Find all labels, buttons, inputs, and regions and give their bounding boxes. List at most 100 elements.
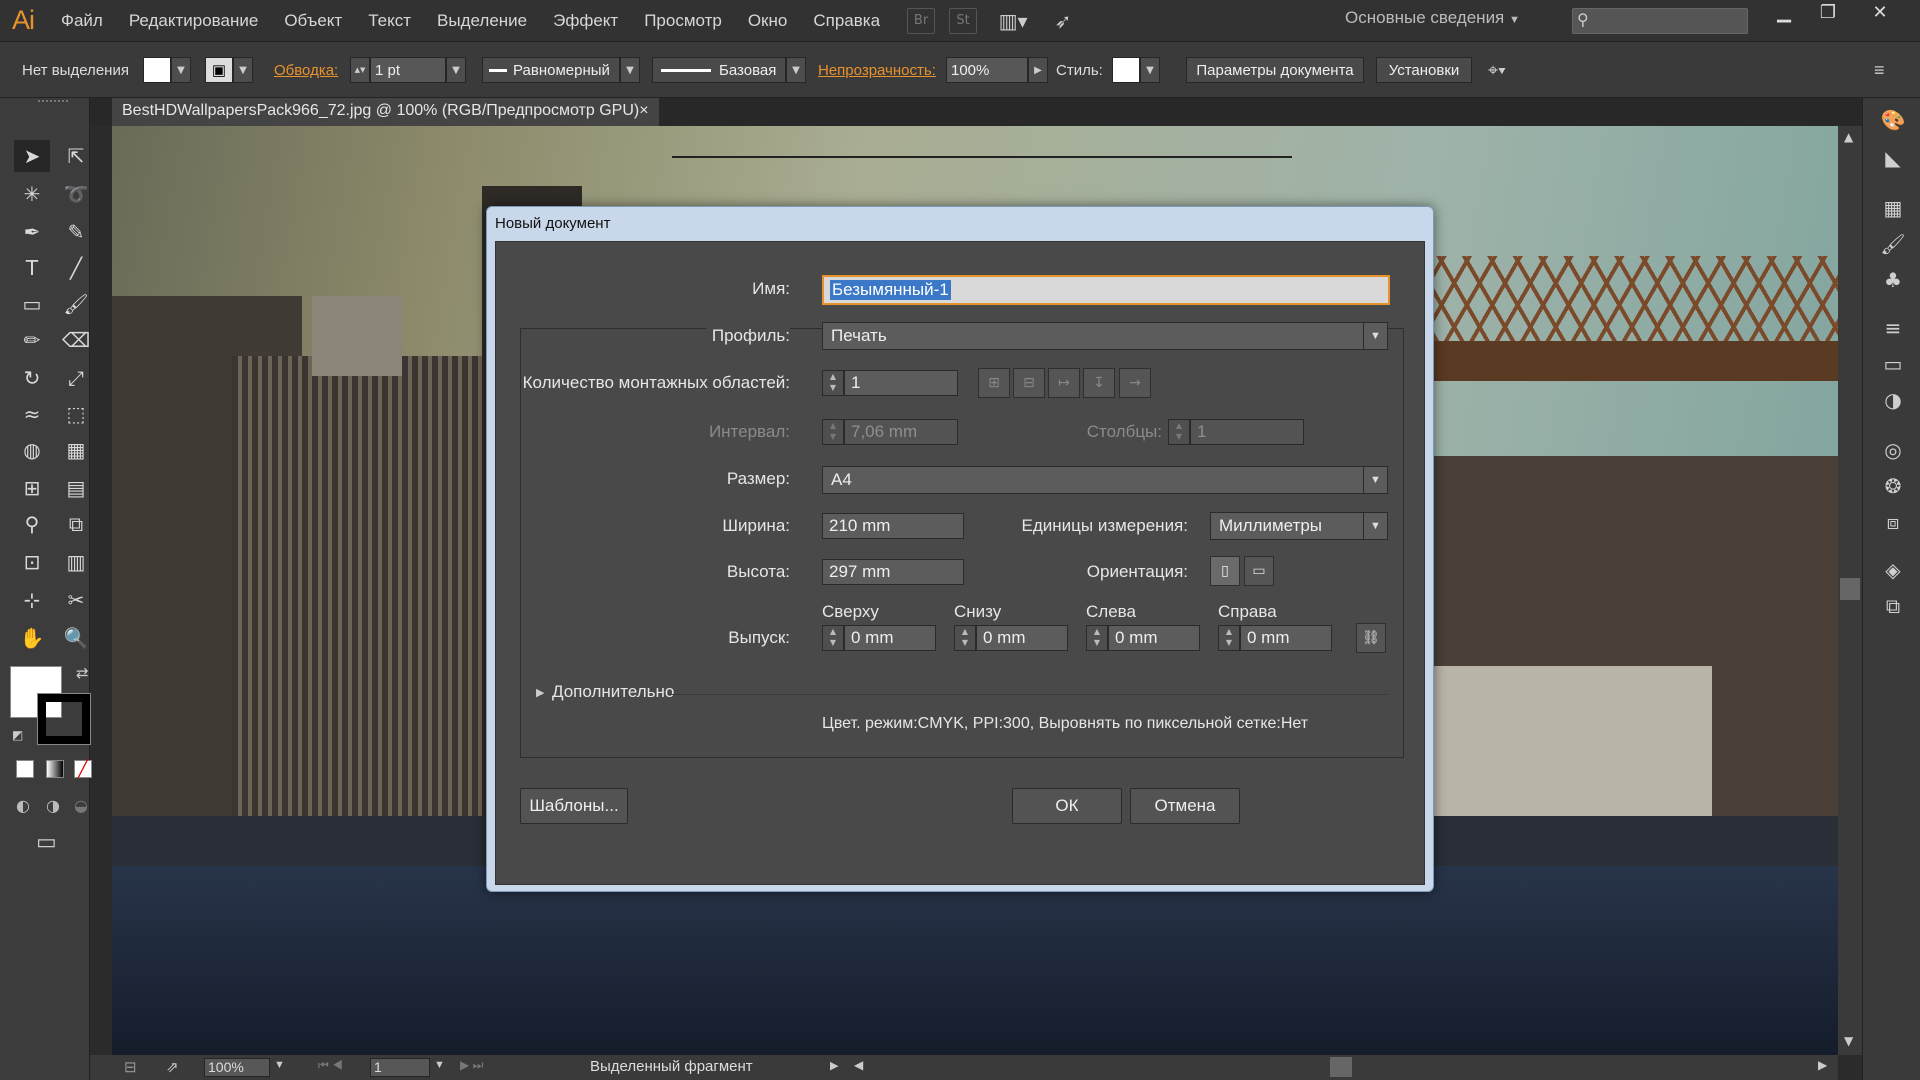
cancel-button[interactable]: Отмена	[1130, 788, 1240, 824]
minimize-button[interactable]: ▁	[1764, 2, 1804, 28]
swatches-icon[interactable]: ▦	[1879, 194, 1907, 222]
height-field[interactable]: 297 mm	[822, 559, 964, 585]
size-select[interactable]: A4 ▼	[822, 466, 1388, 494]
document-tab[interactable]: BestHDWallpapersPack966_72.jpg @ 100% (R…	[112, 98, 659, 126]
slice-tool-icon[interactable]: ✂	[58, 584, 94, 616]
grid-by-row-icon[interactable]: ⊞	[978, 368, 1010, 398]
artboard-dropdown-icon[interactable]: ▼	[434, 1059, 445, 1071]
panel-menu-icon[interactable]: ≡	[1874, 57, 1885, 83]
curvature-tool-icon[interactable]: ✎	[58, 216, 94, 248]
lasso-tool-icon[interactable]: ➰	[58, 178, 94, 210]
variable-width-profile[interactable]: Равномерный	[482, 57, 620, 83]
rotate-tool-icon[interactable]: ↻	[14, 362, 50, 394]
default-colors-icon[interactable]: ◩	[12, 728, 23, 742]
columns-field[interactable]: 1	[1190, 419, 1304, 445]
scroll-left-icon[interactable]: ◀	[854, 1058, 863, 1072]
eraser-tool-icon[interactable]: ⌫	[58, 324, 94, 356]
mesh-tool-icon[interactable]: ⊞	[14, 472, 50, 504]
link-bleed-icon[interactable]: ⛓	[1356, 623, 1386, 653]
scroll-down-icon[interactable]: ▼	[1844, 1034, 1853, 1048]
columns-stepper[interactable]: ▲ ▼	[1168, 419, 1190, 445]
stroke-dropdown[interactable]: ▼	[233, 57, 253, 83]
restore-button[interactable]: ❐	[1808, 2, 1848, 28]
search-input[interactable]: ⚲	[1572, 8, 1748, 34]
stroke-label[interactable]: Обводка:	[274, 57, 338, 83]
menu-object[interactable]: Объект	[271, 11, 355, 31]
scroll-right-icon[interactable]: ▶	[1818, 1058, 1827, 1072]
spacing-field[interactable]: 7,06 mm	[844, 419, 958, 445]
brush-definition[interactable]: Базовая	[652, 57, 786, 83]
zoom-tool-icon[interactable]: 🔍	[58, 622, 94, 654]
ok-button[interactable]: ОК	[1012, 788, 1122, 824]
graph-tool-icon[interactable]: ▥	[58, 546, 94, 578]
disclosure-triangle-icon[interactable]: ▶	[536, 686, 544, 699]
zoom-field[interactable]: 100%	[204, 1058, 270, 1077]
portrait-orientation-icon[interactable]: ▯	[1210, 556, 1240, 586]
bleed-bottom-field[interactable]: 0 mm	[976, 625, 1068, 651]
artboard-tool-icon[interactable]: ⊹	[14, 584, 50, 616]
bleed-left-stepper[interactable]: ▲ ▼	[1086, 625, 1108, 651]
free-transform-tool-icon[interactable]: ⬚	[58, 398, 94, 430]
preferences-button[interactable]: Установки	[1376, 57, 1472, 83]
perspective-grid-tool-icon[interactable]: ▦	[58, 434, 94, 466]
none-mode-icon[interactable]: ╱	[74, 760, 92, 778]
opacity-field[interactable]: 100%	[946, 57, 1028, 83]
templates-button[interactable]: Шаблоны...	[520, 788, 628, 824]
transparency-icon[interactable]: ◑	[1879, 386, 1907, 414]
draw-inside-icon[interactable]: ◒	[74, 796, 88, 815]
color-guide-icon[interactable]: 🎨	[1879, 106, 1907, 134]
bleed-bottom-stepper[interactable]: ▲ ▼	[954, 625, 976, 651]
magic-wand-tool-icon[interactable]: ✳	[14, 178, 50, 210]
layout-direction-icon[interactable]: →	[1119, 368, 1151, 398]
horizontal-scroll-thumb[interactable]	[1330, 1057, 1352, 1077]
bleed-right-stepper[interactable]: ▲ ▼	[1218, 625, 1240, 651]
pen-tool-icon[interactable]: ✒	[14, 216, 50, 248]
horizontal-scrollbar[interactable]: ◀ ▶	[850, 1055, 1838, 1080]
scroll-up-icon[interactable]: ▲	[1844, 130, 1853, 144]
gradient-panel-icon[interactable]: ▭	[1879, 350, 1907, 378]
width-field[interactable]: 210 mm	[822, 513, 964, 539]
tab-close-icon[interactable]: ×	[639, 102, 648, 119]
first-artboard-icon[interactable]: ⏮ ◀	[318, 1058, 343, 1073]
workspace-switcher[interactable]: Основные сведения ▼	[1345, 8, 1545, 28]
color-panel-icon[interactable]: ◣	[1879, 144, 1907, 172]
screen-mode-icon[interactable]: ▭	[36, 830, 57, 855]
bridge-button[interactable]: Br	[907, 7, 936, 34]
style-dropdown[interactable]: ▼	[1140, 57, 1160, 83]
transform-icon[interactable]: ⌖▾	[1488, 57, 1506, 83]
gradient-mode-icon[interactable]	[46, 760, 64, 778]
menu-file[interactable]: Файл	[48, 11, 116, 31]
paintbrush-tool-icon[interactable]: 🖌	[58, 288, 94, 320]
profile-dropdown[interactable]: ▼	[620, 57, 640, 83]
symbol-sprayer-tool-icon[interactable]: ⊡	[14, 546, 50, 578]
units-select[interactable]: Миллиметры ▼	[1210, 512, 1388, 540]
type-tool-icon[interactable]: T	[14, 252, 50, 284]
zoom-dropdown-icon[interactable]: ▼	[274, 1059, 285, 1071]
bleed-top-field[interactable]: 0 mm	[844, 625, 936, 651]
menu-help[interactable]: Справка	[800, 11, 893, 31]
selection-tool-icon[interactable]: ➤	[14, 140, 50, 172]
close-window-button[interactable]: ✕	[1860, 2, 1900, 28]
color-mode-icon[interactable]	[16, 760, 34, 778]
layers-icon[interactable]: ◈	[1879, 556, 1907, 584]
opacity-label[interactable]: Непрозрачность:	[818, 57, 936, 83]
vertical-scroll-thumb[interactable]	[1840, 578, 1860, 600]
vertical-scrollbar[interactable]: ▲ ▼	[1838, 126, 1862, 1055]
arrange-by-column-icon[interactable]: ↧	[1083, 368, 1115, 398]
bleed-top-stepper[interactable]: ▲ ▼	[822, 625, 844, 651]
artboards-field[interactable]: 1	[844, 370, 958, 396]
width-tool-icon[interactable]: ≈	[14, 398, 50, 430]
eyedropper-tool-icon[interactable]: ⚲	[14, 508, 50, 540]
swap-colors-icon[interactable]: ⇄	[76, 664, 89, 682]
grid-by-column-icon[interactable]: ⊟	[1013, 368, 1045, 398]
style-swatch[interactable]	[1112, 57, 1140, 83]
stroke-weight-dropdown[interactable]: ▼	[446, 57, 466, 83]
menu-view[interactable]: Просмотр	[631, 11, 735, 31]
document-setup-button[interactable]: Параметры документа	[1186, 57, 1364, 83]
bleed-right-field[interactable]: 0 mm	[1240, 625, 1332, 651]
export-icon[interactable]: ⇗	[166, 1058, 179, 1076]
menu-type[interactable]: Текст	[355, 11, 424, 31]
advanced-label[interactable]: Дополнительно	[552, 682, 674, 702]
spacing-stepper[interactable]: ▲ ▼	[822, 419, 844, 445]
artboards-panel-icon[interactable]: ⧉	[1879, 592, 1907, 620]
